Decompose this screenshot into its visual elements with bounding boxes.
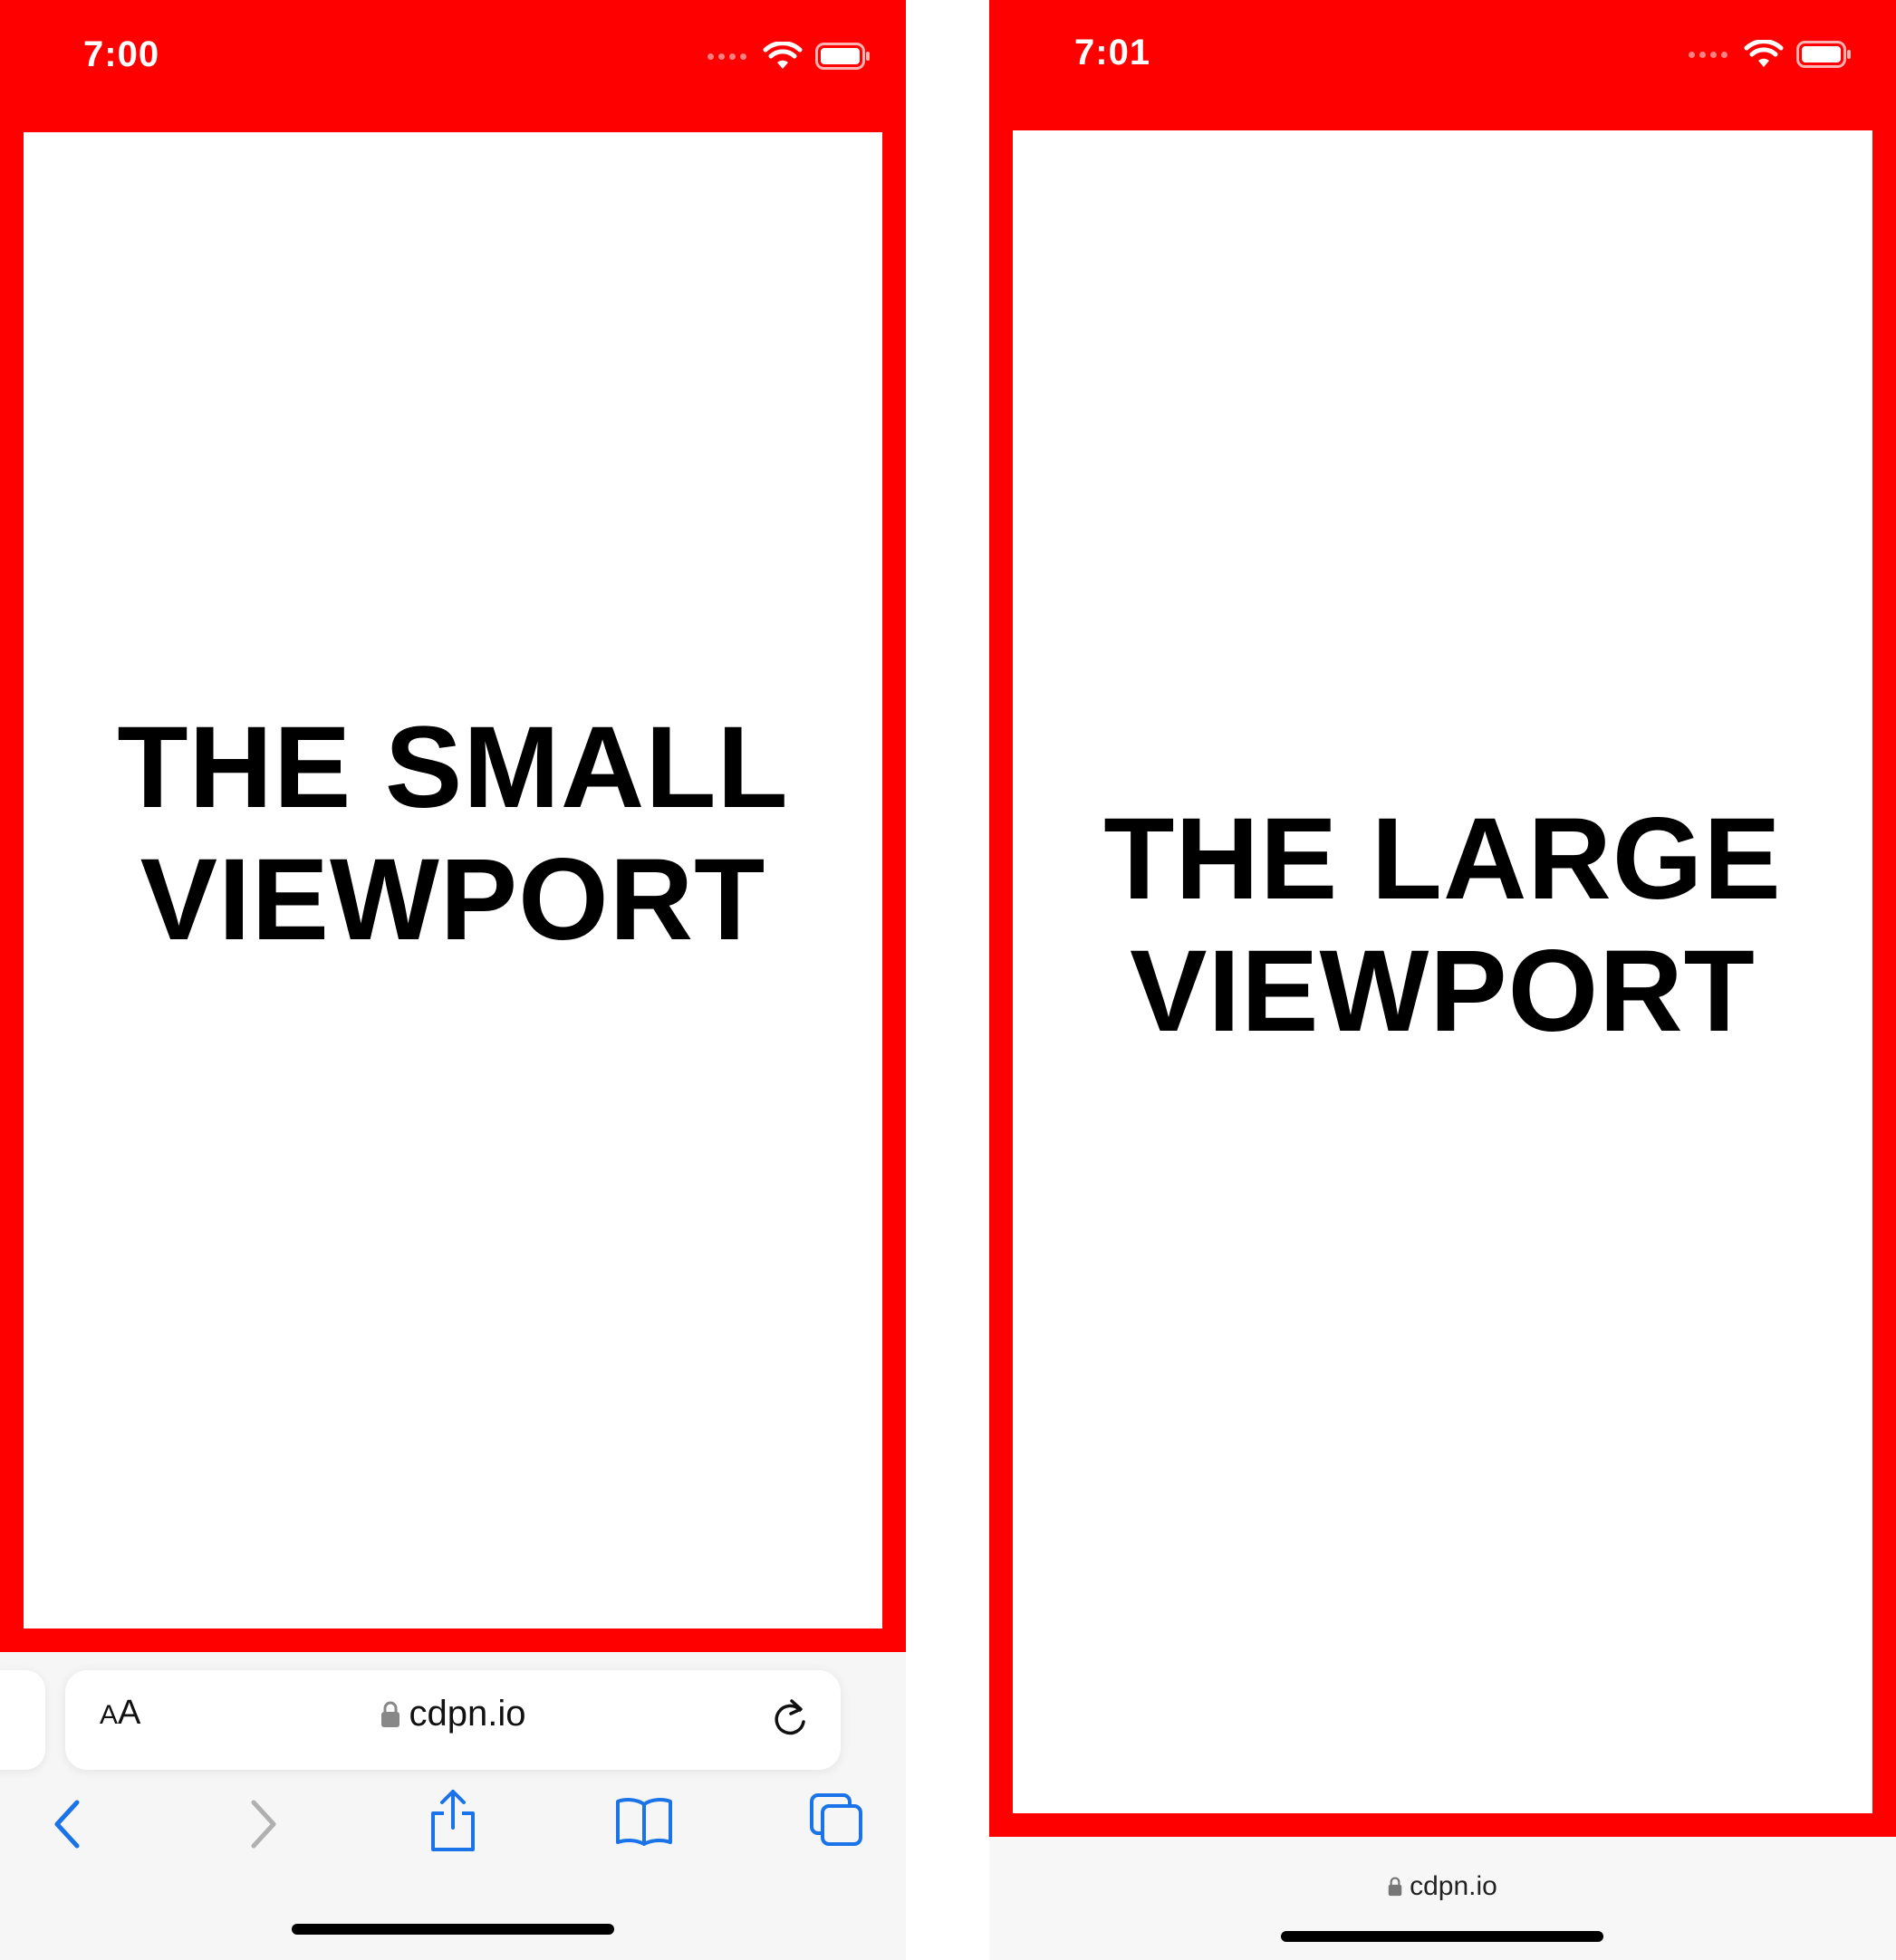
battery-icon: [815, 43, 870, 70]
navigation-row: [0, 1790, 906, 1860]
forward-icon[interactable]: [245, 1797, 281, 1851]
status-bar: 7:01: [989, 0, 1896, 127]
phone-large-viewport: 7:01 THE LARGE VIEWPORT cdpn.io: [989, 0, 1896, 1960]
viewport-content: THE SMALL VIEWPORT: [24, 132, 882, 1629]
viewport-border: THE LARGE VIEWPORT: [989, 127, 1896, 1837]
collapsed-url-display[interactable]: cdpn.io: [989, 1871, 1896, 1902]
phone-small-viewport: 7:00 THE SMALL VIEWPORT AA cdpn.io: [0, 0, 906, 1960]
url-text: cdpn.io: [1410, 1871, 1497, 1901]
previous-tab-peek[interactable]: [0, 1670, 45, 1770]
lock-icon: [380, 1701, 399, 1727]
share-icon[interactable]: [426, 1786, 480, 1855]
url-display[interactable]: cdpn.io: [65, 1694, 841, 1734]
battery-icon: [1796, 41, 1851, 68]
signal-icon: [707, 53, 746, 60]
viewport-border: THE SMALL VIEWPORT: [0, 127, 906, 1652]
comparison-stage: 7:00 THE SMALL VIEWPORT AA cdpn.io 7:01 …: [0, 0, 1896, 1960]
viewport-content: THE LARGE VIEWPORT: [1013, 130, 1872, 1813]
tabs-icon[interactable]: [808, 1792, 864, 1848]
browser-toolbar: AA cdpn.io: [0, 1652, 906, 1960]
headline: THE SMALL VIEWPORT: [117, 703, 789, 965]
collapsed-browser-toolbar: cdpn.io: [989, 1837, 1896, 1960]
address-bar[interactable]: AA cdpn.io: [65, 1670, 841, 1770]
status-bar: 7:00: [0, 0, 906, 127]
status-icons: [1689, 40, 1853, 69]
status-time: 7:00: [83, 34, 160, 74]
home-indicator[interactable]: [1281, 1931, 1603, 1942]
status-time: 7:01: [1074, 33, 1151, 72]
wifi-icon: [1744, 40, 1784, 67]
headline: THE LARGE VIEWPORT: [1103, 794, 1782, 1056]
home-indicator[interactable]: [292, 1924, 614, 1935]
signal-icon: [1689, 51, 1728, 58]
back-icon[interactable]: [50, 1797, 86, 1851]
reload-icon[interactable]: [770, 1697, 810, 1739]
status-icons: [707, 42, 871, 71]
bookmarks-icon[interactable]: [614, 1793, 674, 1848]
lock-icon: [1388, 1877, 1402, 1897]
url-text: cdpn.io: [409, 1694, 526, 1734]
wifi-icon: [763, 42, 803, 69]
